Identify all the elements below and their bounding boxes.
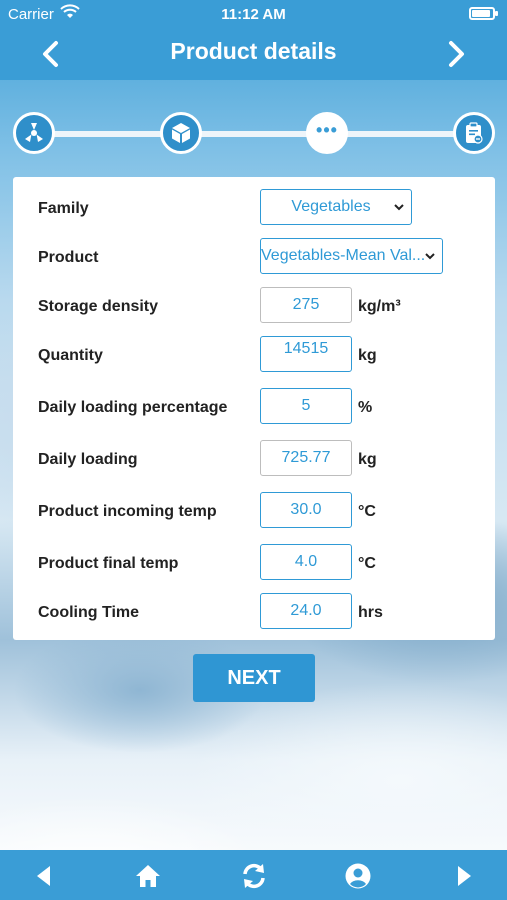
daily-loading-percentage-label: Daily loading percentage	[38, 399, 228, 416]
storage-density-field[interactable]: 275	[260, 287, 352, 323]
daily-loading-percentage-unit: %	[358, 399, 373, 416]
refresh-icon[interactable]	[240, 862, 268, 890]
more-icon: •••	[316, 119, 338, 140]
progress-stepper: •••	[0, 112, 507, 156]
fan-icon	[25, 123, 43, 142]
page-title: Product details	[170, 38, 337, 64]
family-label: Family	[38, 200, 89, 217]
stepper-line	[34, 131, 473, 137]
step-fan[interactable]	[13, 112, 55, 154]
daily-loading-percentage-field[interactable]: 5	[260, 388, 352, 424]
final-temp-unit: °C	[358, 555, 376, 572]
chevron-right-icon[interactable]	[443, 40, 469, 68]
clipboard-icon	[466, 122, 483, 144]
daily-loading-label: Daily loading	[38, 451, 138, 468]
step-box[interactable]	[160, 112, 202, 154]
storage-density-unit: kg/m³	[358, 298, 401, 315]
daily-loading-field[interactable]: 725.77	[260, 440, 352, 476]
battery-icon	[469, 7, 498, 20]
triangle-left-icon[interactable]	[30, 862, 58, 890]
status-bar: Carrier 11:12 AM	[0, 0, 507, 28]
step-current[interactable]: •••	[306, 112, 348, 154]
product-form-card: Family Vegetables Product Vegetables-Mea…	[13, 177, 495, 640]
incoming-temp-field[interactable]: 30.0	[260, 492, 352, 528]
step-report[interactable]	[453, 112, 495, 154]
product-select[interactable]: Vegetables-Mean Val...	[260, 238, 443, 274]
quantity-field[interactable]: 14515	[260, 336, 352, 372]
product-select-value: Vegetables-Mean Val...	[261, 247, 426, 264]
cooling-time-unit: hrs	[358, 604, 383, 621]
nav-bar: Product details	[0, 28, 507, 80]
final-temp-label: Product final temp	[38, 555, 179, 572]
family-select[interactable]: Vegetables	[260, 189, 412, 225]
family-select-value: Vegetables	[291, 198, 371, 215]
quantity-label: Quantity	[38, 347, 103, 364]
clock: 11:12 AM	[221, 6, 286, 23]
incoming-temp-unit: °C	[358, 503, 376, 520]
box-icon	[172, 123, 190, 143]
product-label: Product	[38, 249, 99, 266]
daily-loading-unit: kg	[358, 451, 377, 468]
user-icon[interactable]	[344, 862, 372, 890]
storage-density-label: Storage density	[38, 298, 159, 315]
cooling-time-field[interactable]: 24.0	[260, 593, 352, 629]
home-icon[interactable]	[134, 862, 162, 890]
quantity-unit: kg	[358, 347, 377, 364]
chevron-down-icon	[425, 253, 435, 260]
final-temp-field[interactable]: 4.0	[260, 544, 352, 580]
bottom-toolbar	[0, 850, 507, 900]
next-button[interactable]: NEXT	[193, 654, 315, 702]
incoming-temp-label: Product incoming temp	[38, 503, 217, 520]
chevron-down-icon	[394, 204, 404, 211]
triangle-right-icon[interactable]	[450, 862, 478, 890]
cooling-time-label: Cooling Time	[38, 604, 140, 621]
